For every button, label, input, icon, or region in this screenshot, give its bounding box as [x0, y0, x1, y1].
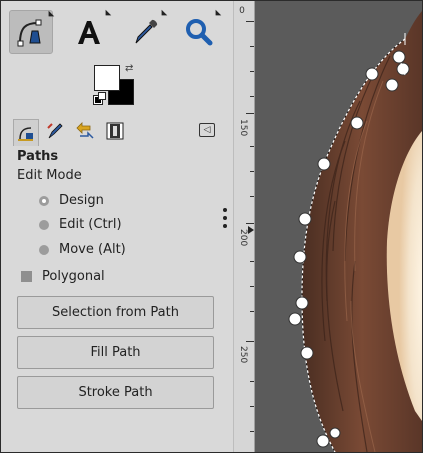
polygonal-checkbox[interactable]: Polygonal	[21, 269, 105, 284]
ruler-tick	[250, 171, 254, 172]
tool-options-panel: Paths Edit Mode Design Edit (Ctrl) Move …	[9, 147, 221, 450]
paths-tool-button[interactable]	[9, 10, 55, 54]
dock-resize-grip[interactable]	[223, 208, 227, 228]
tool-group-indicator	[158, 9, 168, 19]
radio-edit-label: Edit (Ctrl)	[59, 217, 122, 232]
ruler-label: 0	[239, 6, 245, 16]
swap-colors-icon[interactable]: ⇄	[125, 63, 133, 74]
ruler-tick	[246, 341, 254, 342]
images-tab-icon	[106, 122, 124, 140]
radio-move[interactable]: Move (Alt)	[39, 242, 126, 257]
text-tool-icon	[78, 21, 100, 44]
tool-options-title: Paths	[17, 149, 59, 164]
ruler-tick	[250, 146, 254, 147]
dock-tabs: ◁	[13, 119, 223, 147]
ruler-label: 250	[238, 346, 248, 364]
radio-selected-icon	[39, 195, 49, 206]
ruler-tick	[250, 406, 254, 407]
stroke-path-button[interactable]: Stroke Path	[17, 376, 214, 409]
color-picker-icon	[135, 19, 158, 44]
ruler-label: 150	[238, 119, 248, 137]
text-tool-button[interactable]	[67, 9, 112, 54]
ruler-tick	[250, 96, 254, 97]
ruler-tick	[250, 286, 254, 287]
zoom-tool-icon	[186, 19, 213, 46]
zoom-tool-button[interactable]	[177, 9, 222, 54]
fill-path-button[interactable]: Fill Path	[17, 336, 214, 369]
foreground-color-swatch[interactable]	[94, 65, 120, 91]
ruler-tick	[246, 21, 254, 22]
images-tab[interactable]	[103, 119, 127, 143]
edit-mode-label: Edit Mode	[17, 168, 82, 183]
undo-history-tab-icon	[76, 122, 94, 139]
selection-from-path-button[interactable]: Selection from Path	[17, 296, 214, 329]
tool-group-indicator	[212, 9, 222, 19]
checkbox-box	[21, 271, 32, 282]
ruler-tick	[246, 223, 254, 224]
ruler-label: 200	[238, 229, 248, 247]
radio-unselected-icon	[39, 244, 49, 255]
radio-design-label: Design	[59, 193, 104, 208]
radio-unselected-icon	[39, 219, 49, 230]
dock-menu-icon[interactable]: ◁	[199, 123, 215, 137]
toolbox-dock: ⇄ ◁ Paths Edit Mode Design Edit (Ctrl) M…	[1, 1, 231, 452]
ruler-tick	[246, 113, 254, 114]
ruler-tick	[250, 71, 254, 72]
default-colors-icon-white	[98, 92, 106, 100]
ruler-tick	[250, 196, 254, 197]
ruler-position-marker	[248, 226, 254, 234]
paths-tool-icon	[17, 19, 42, 47]
color-picker-button[interactable]	[123, 9, 168, 54]
ruler-tick	[250, 46, 254, 47]
ruler-tick	[250, 431, 254, 432]
tool-group-indicator	[45, 10, 55, 20]
radio-edit[interactable]: Edit (Ctrl)	[39, 217, 122, 232]
canvas-image	[288, 11, 422, 452]
color-swatches: ⇄	[91, 63, 141, 108]
radio-move-label: Move (Alt)	[59, 242, 126, 257]
image-canvas[interactable]	[255, 1, 422, 452]
tool-options-tab-icon	[18, 127, 33, 141]
tool-options-tab[interactable]	[13, 119, 39, 146]
ruler-tick	[250, 381, 254, 382]
tool-group-indicator	[102, 9, 112, 19]
ruler-tick	[250, 261, 254, 262]
polygonal-label: Polygonal	[42, 269, 105, 284]
device-status-tab[interactable]	[43, 119, 67, 143]
gimp-window: ⇄ ◁ Paths Edit Mode Design Edit (Ctrl) M…	[0, 0, 423, 453]
ruler-tick	[250, 311, 254, 312]
undo-history-tab[interactable]	[73, 119, 97, 143]
device-status-tab-icon	[47, 123, 63, 139]
radio-design[interactable]: Design	[39, 193, 104, 208]
vertical-ruler[interactable]: 0 150 200 250	[233, 1, 255, 452]
